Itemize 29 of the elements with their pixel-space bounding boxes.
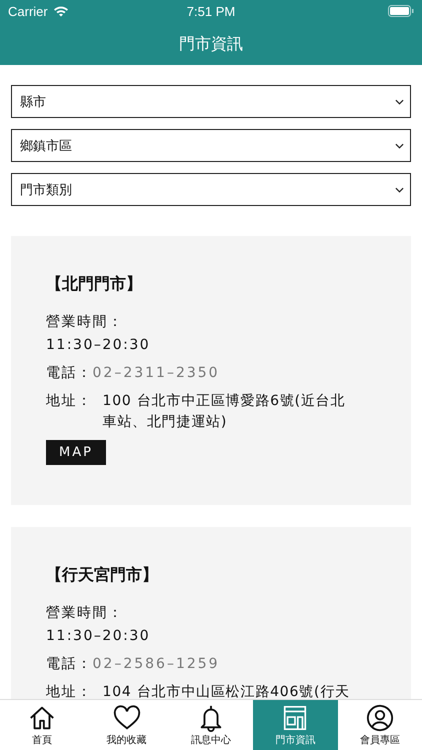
dropdown-field[interactable]: 鄉鎮市區 <box>11 129 411 162</box>
opening-hours: 11:30–20:30 <box>46 336 152 355</box>
opening-hours: 11:30–20:30 <box>46 627 152 646</box>
address-label: 地址： <box>46 683 92 699</box>
phone-label: 電話： <box>46 655 92 674</box>
hours-label: 營業時間： <box>46 604 124 623</box>
heart-icon <box>112 704 141 732</box>
dropdown-field[interactable]: 縣市 <box>11 85 411 118</box>
tab-item[interactable]: 門市資訊 <box>253 700 338 750</box>
store-address: 100 台北市中正區博愛路6號(近台北車站、北門捷運站) <box>102 392 346 432</box>
status-time: 7:51 PM <box>186 4 236 18</box>
person-icon <box>366 704 394 732</box>
wifi-icon <box>52 5 69 17</box>
store-name: 【北門門市】 <box>46 274 143 295</box>
chevron-down-icon <box>395 98 404 104</box>
chevron-down-icon <box>395 142 404 148</box>
store-address: 104 台北市中山區松江路406號(行天 <box>102 683 350 699</box>
hours-label: 營業時間： <box>46 313 124 332</box>
map-button[interactable]: MAP <box>46 440 106 465</box>
carrier-name: Carrier <box>8 4 48 18</box>
phone-number: 02–2311–2350 <box>92 364 220 383</box>
battery-icon <box>388 5 414 17</box>
address-label: 地址： <box>46 392 92 411</box>
store-name: 【行天宮門市】 <box>46 565 159 586</box>
chevron-down-icon <box>395 186 404 192</box>
page-title: 門市資訊 <box>178 33 244 55</box>
dropdown-field[interactable]: 門市類別 <box>11 173 411 206</box>
phone-label: 電話： <box>46 364 92 383</box>
phone-number: 02–2586–1259 <box>92 655 220 674</box>
